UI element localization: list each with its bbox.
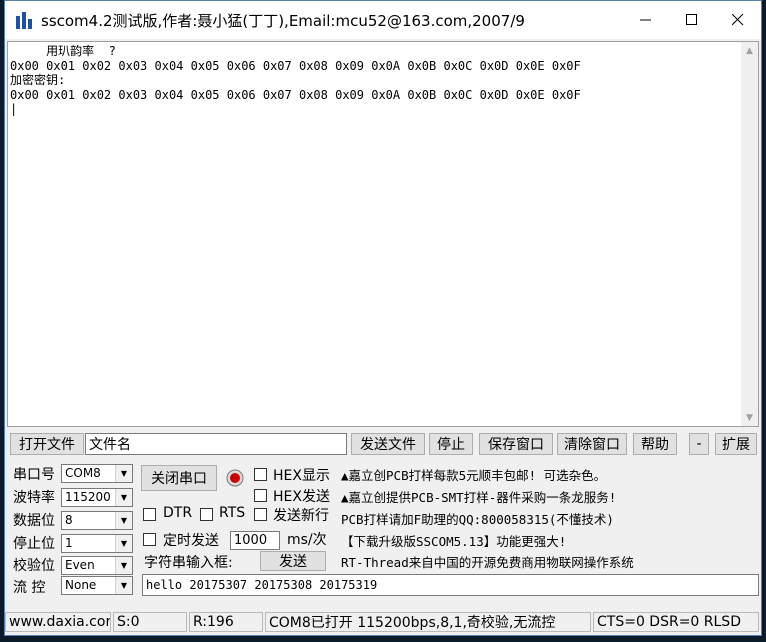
info-line-3[interactable]: PCB打样请加F助理的QQ:800058315(不懂技术) <box>341 509 614 528</box>
close-port-button[interactable]: 关闭串口 <box>141 465 217 491</box>
chevron-down-icon: ▼ <box>115 512 132 529</box>
scroll-up-icon[interactable]: ▲ <box>741 42 758 59</box>
timed-send-label: 定时发送 <box>163 533 219 549</box>
port-status: COM8已打开 115200bps,8,1,奇校验,无流控 <box>265 612 591 632</box>
data-bits-select[interactable]: 8 ▼ <box>61 511 133 530</box>
dtr-label: DTR <box>163 505 193 521</box>
stop-bits-select[interactable]: 1 ▼ <box>61 534 133 553</box>
minus-button[interactable]: - <box>689 433 709 455</box>
flow-select[interactable]: None ▼ <box>61 576 133 595</box>
expand-button[interactable]: 扩展 <box>715 433 757 455</box>
info-line-2[interactable]: ▲嘉立创提供PCB-SMT打样-器件采购一条龙服务! <box>341 487 616 506</box>
stop-bits-label: 停止位 <box>13 536 55 552</box>
data-bits-label: 数据位 <box>13 513 55 529</box>
app-icon <box>16 12 32 29</box>
port-status-led-icon <box>226 469 244 487</box>
string-input-label: 字符串输入框: <box>144 555 233 571</box>
close-icon <box>732 14 744 26</box>
main-window: sscom4.2测试版,作者:聂小猛(丁丁),Email:mcu52@163.c… <box>4 0 762 636</box>
receive-area[interactable]: 用玐韵率 ? 0x00 0x01 0x02 0x03 0x04 0x05 0x0… <box>7 41 759 427</box>
stop-button[interactable]: 停止 <box>429 433 473 455</box>
save-window-button[interactable]: 保存窗口 <box>479 433 553 455</box>
com-label: 串口号 <box>13 467 55 483</box>
interval-input[interactable]: 1000 <box>230 531 280 550</box>
close-button[interactable] <box>715 1 761 39</box>
send-text-input[interactable]: hello 20175307 20175308 20175319 <box>142 574 759 596</box>
rts-label: RTS <box>219 505 246 521</box>
dtr-checkbox[interactable] <box>143 508 156 521</box>
website-link[interactable]: www.daxia.cor <box>5 612 111 632</box>
open-file-button[interactable]: 打开文件 <box>10 433 84 455</box>
scroll-down-icon[interactable]: ▼ <box>741 409 758 426</box>
hex-send-label: HEX发送 <box>273 489 330 505</box>
title-bar[interactable]: sscom4.2测试版,作者:聂小猛(丁丁),Email:mcu52@163.c… <box>5 1 761 39</box>
hex-send-checkbox[interactable] <box>254 489 267 502</box>
hex-display-label: HEX显示 <box>273 468 330 484</box>
chevron-down-icon: ▼ <box>115 489 132 506</box>
interval-unit: ms/次 <box>287 532 327 548</box>
send-button[interactable]: 发送 <box>260 551 326 571</box>
parity-select[interactable]: Even ▼ <box>61 556 133 575</box>
receive-text: 用玐韵率 ? 0x00 0x01 0x02 0x03 0x04 0x05 0x0… <box>10 44 581 116</box>
filename-field[interactable]: 文件名 <box>85 433 347 455</box>
info-line-5[interactable]: RT-Thread来自中国的开源免费商用物联网操作系统 <box>341 552 634 571</box>
flow-label: 流 控 <box>13 580 46 596</box>
chevron-down-icon: ▼ <box>115 557 132 574</box>
vertical-scrollbar[interactable]: ▲ ▼ <box>741 42 758 426</box>
minimize-icon <box>640 19 651 21</box>
parity-label: 校验位 <box>13 558 55 574</box>
clear-window-button[interactable]: 清除窗口 <box>557 433 627 455</box>
help-button[interactable]: 帮助 <box>633 433 677 455</box>
chevron-down-icon: ▼ <box>115 465 132 482</box>
line-status: CTS=0 DSR=0 RLSD <box>593 612 759 632</box>
send-newline-checkbox[interactable] <box>254 508 267 521</box>
maximize-icon <box>686 14 697 25</box>
rts-checkbox[interactable] <box>200 508 213 521</box>
send-file-button[interactable]: 发送文件 <box>351 433 425 455</box>
received-count: R:196 <box>189 612 263 632</box>
sent-count: S:0 <box>113 612 187 632</box>
hex-display-checkbox[interactable] <box>254 468 267 481</box>
baud-select[interactable]: 115200 ▼ <box>61 488 133 507</box>
baud-label: 波特率 <box>13 490 55 506</box>
status-bar: www.daxia.cor S:0 R:196 COM8已打开 115200bp… <box>5 609 761 635</box>
maximize-button[interactable] <box>669 1 715 39</box>
send-newline-label: 发送新行 <box>273 508 329 524</box>
window-title: sscom4.2测试版,作者:聂小猛(丁丁),Email:mcu52@163.c… <box>41 12 525 30</box>
chevron-down-icon: ▼ <box>115 577 132 594</box>
timed-send-checkbox[interactable] <box>143 533 156 546</box>
com-select[interactable]: COM8 ▼ <box>61 464 133 483</box>
info-line-1[interactable]: ▲嘉立创PCB打样每款5元顺丰包邮! 可选杂色。 <box>341 465 606 484</box>
minimize-button[interactable] <box>623 1 669 39</box>
chevron-down-icon: ▼ <box>115 535 132 552</box>
info-line-4[interactable]: 【下载升级版SSCOM5.13】功能更强大! <box>341 531 566 550</box>
